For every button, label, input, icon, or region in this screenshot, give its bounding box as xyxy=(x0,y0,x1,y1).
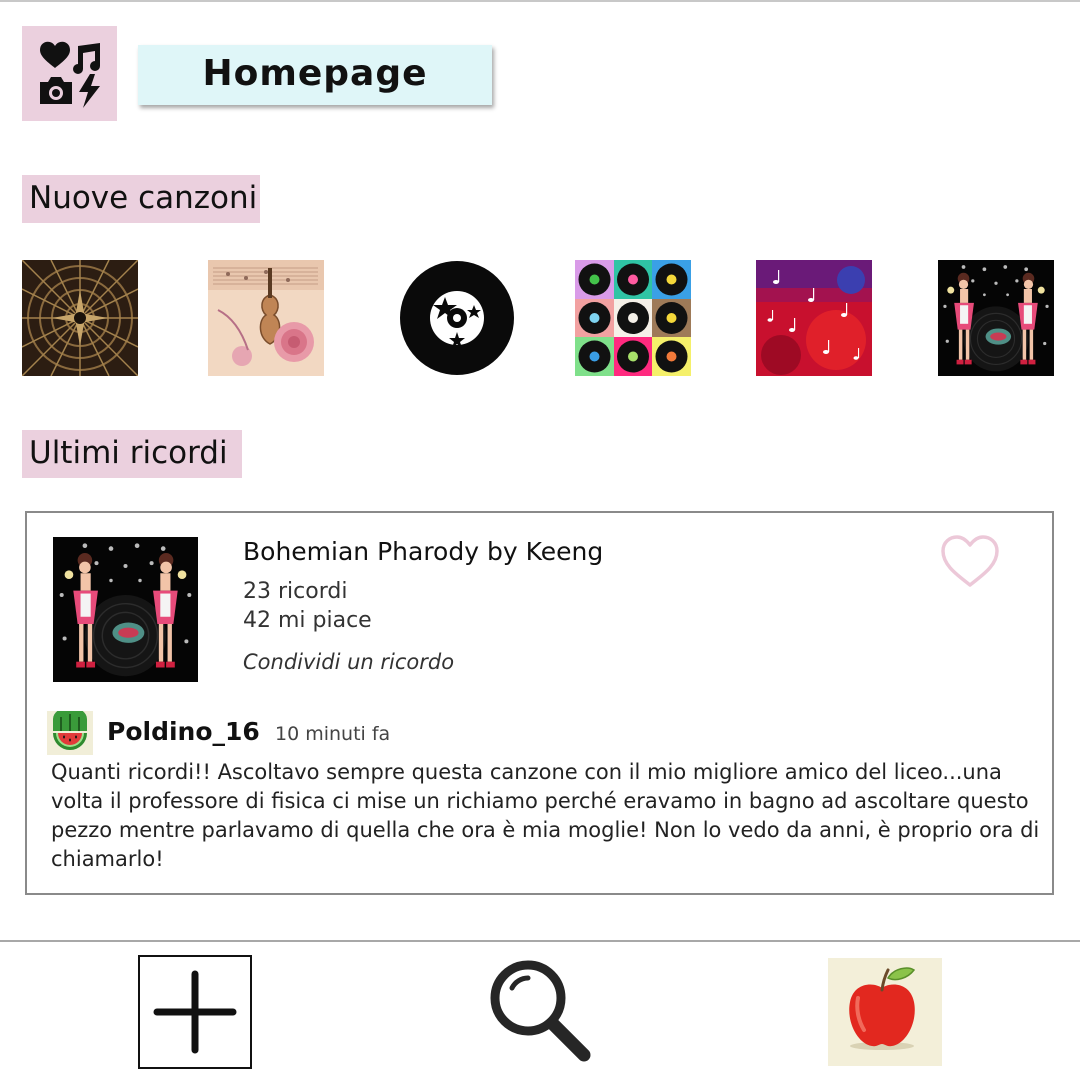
song-title[interactable]: Bohemian Pharody by Keeng xyxy=(243,537,603,566)
apple-icon xyxy=(849,967,916,1050)
app-logo[interactable] xyxy=(22,26,117,121)
memories-count: 23 ricordi xyxy=(243,579,348,604)
search-button[interactable] xyxy=(486,958,594,1066)
profile-avatar[interactable] xyxy=(828,958,942,1066)
page-title-box: Homepage xyxy=(138,45,492,105)
add-button[interactable] xyxy=(138,955,252,1069)
plus-icon xyxy=(153,970,237,1054)
post-timestamp: 10 minuti fa xyxy=(275,723,391,745)
user-avatar[interactable] xyxy=(47,711,93,755)
heart-outline-icon[interactable] xyxy=(939,533,1001,591)
song-cover-pinup-vinyl[interactable] xyxy=(938,260,1054,376)
search-icon xyxy=(490,960,591,1062)
bottom-nav-divider xyxy=(0,940,1080,942)
heart-music-camera-bolt-icon xyxy=(40,41,100,108)
section-latest-memories: Ultimi ricordi xyxy=(22,430,242,478)
post-username[interactable]: Poldino_16 xyxy=(107,717,260,746)
share-memory-link[interactable]: Condividi un ricordo xyxy=(243,650,454,674)
memory-card: Bohemian Pharody by Keeng 23 ricordi 42 … xyxy=(25,511,1054,895)
song-cover-mandala[interactable] xyxy=(22,260,138,376)
song-cover-image[interactable] xyxy=(53,537,198,682)
song-cover-red-notes[interactable] xyxy=(756,260,872,376)
page-title: Homepage xyxy=(202,53,428,94)
memory-text: Quanti ricordi!! Ascoltavo sempre questa… xyxy=(51,760,1040,871)
song-cover-vinyl-grid[interactable] xyxy=(575,260,691,376)
song-cover-vinyl-stars[interactable] xyxy=(399,260,515,376)
song-cover-violin-roses[interactable] xyxy=(208,260,324,376)
section-new-songs: Nuove canzoni xyxy=(22,175,260,223)
top-divider xyxy=(0,0,1080,2)
likes-count: 42 mi piace xyxy=(243,608,372,633)
